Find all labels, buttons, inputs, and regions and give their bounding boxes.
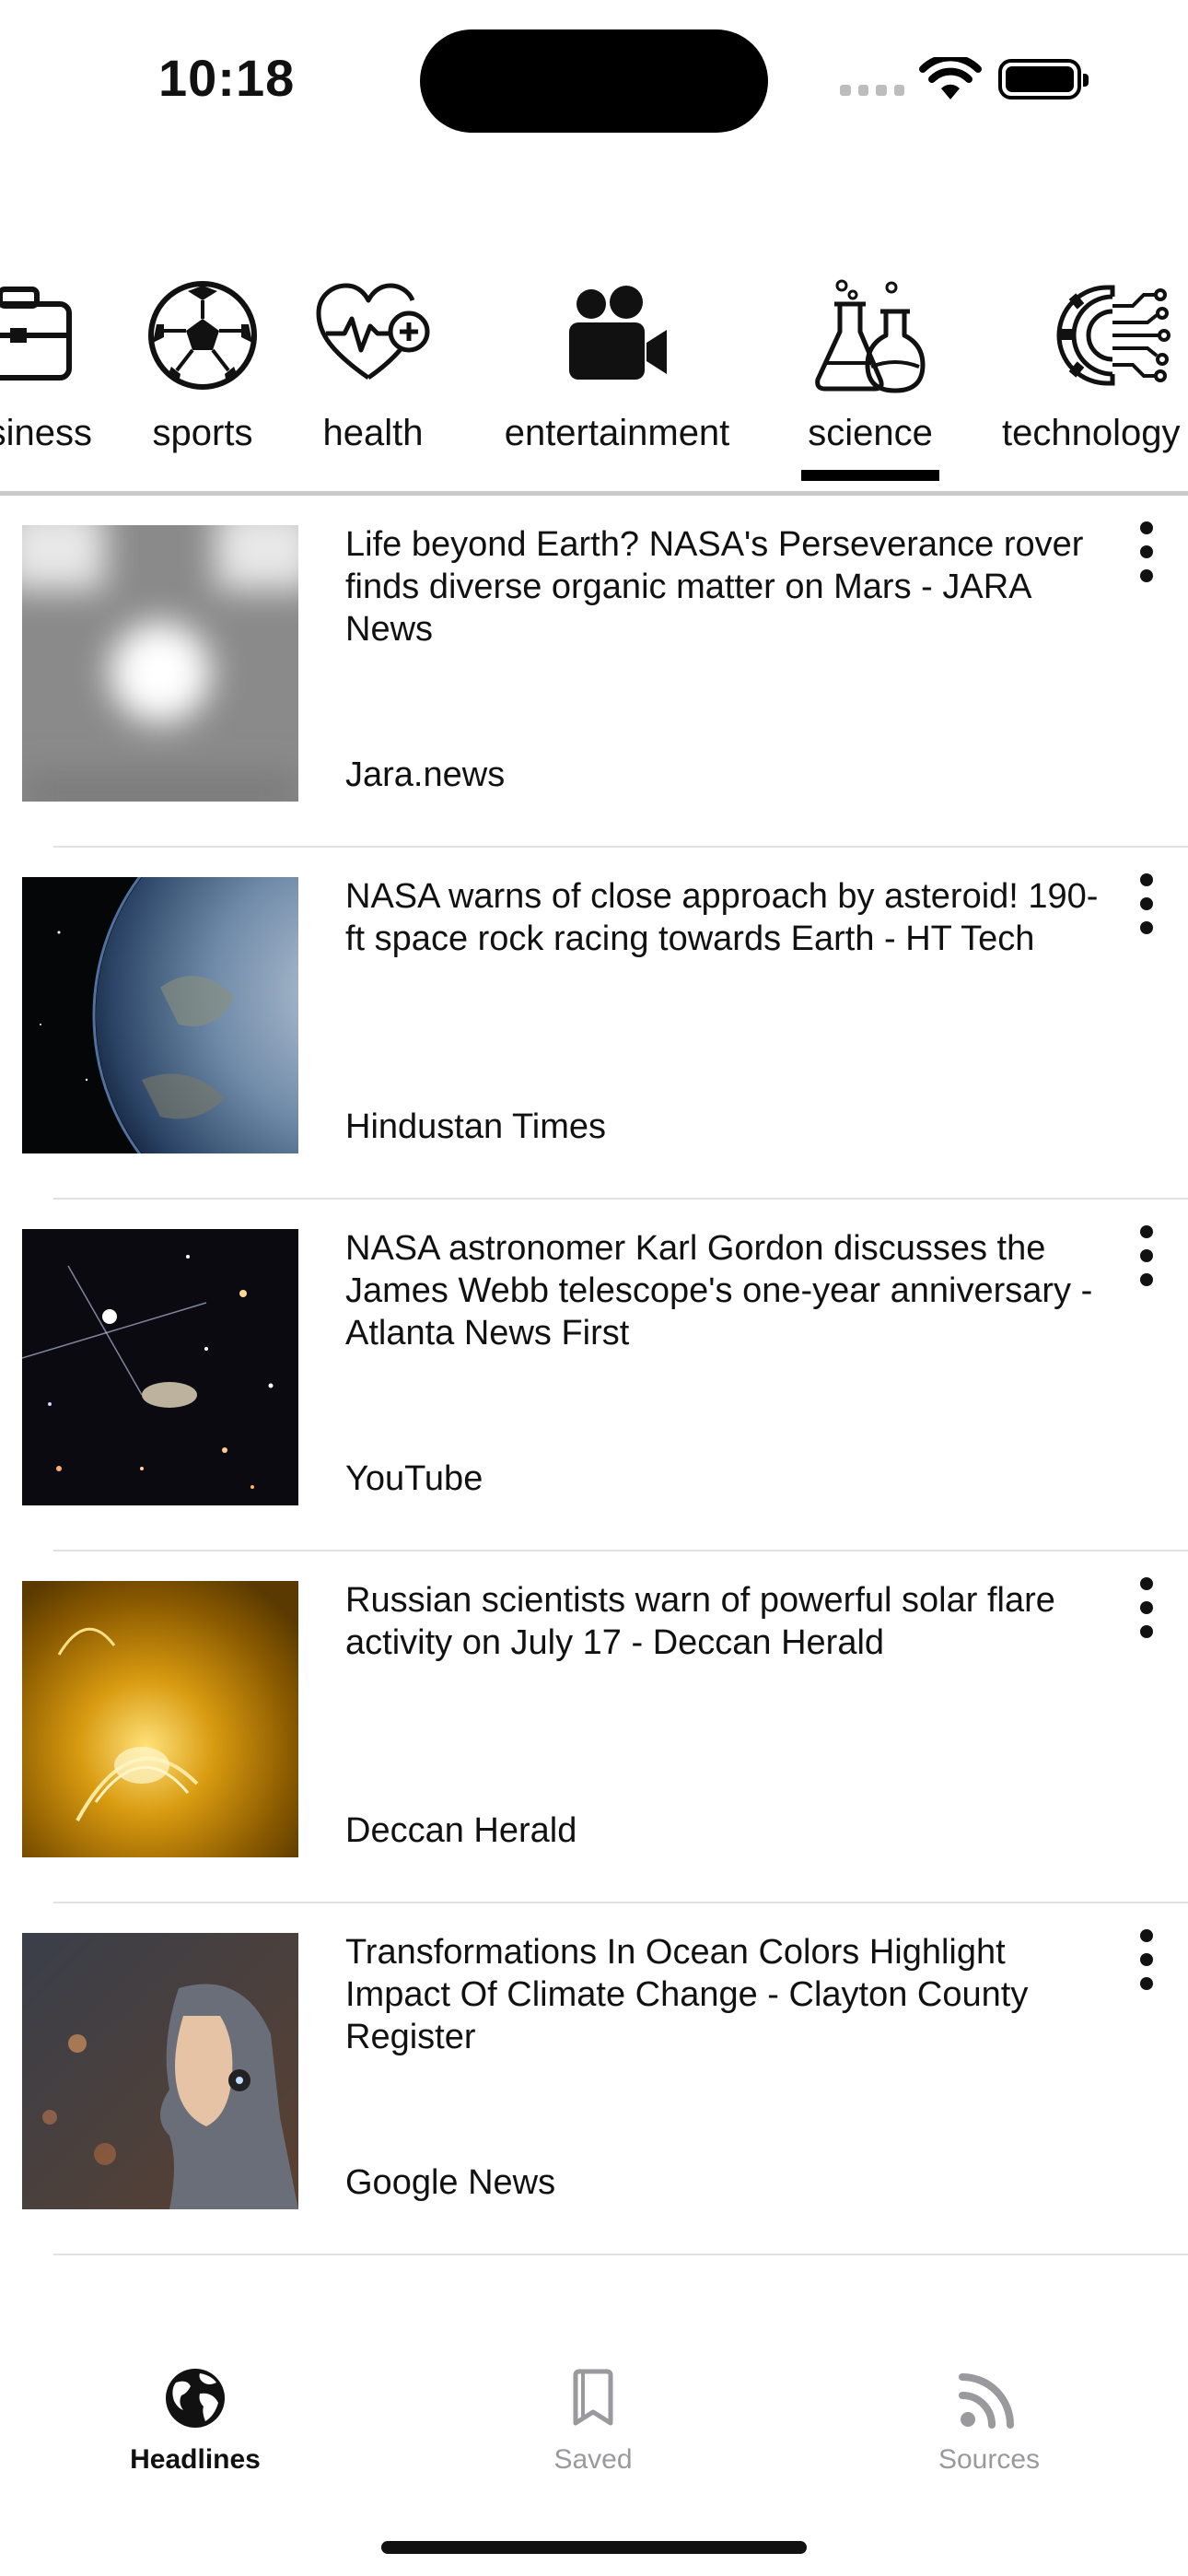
category-label: health [322, 413, 424, 453]
article-thumbnail [22, 877, 298, 1153]
tab-label: Sources [938, 2444, 1041, 2475]
article-source: Jara.news [345, 755, 506, 794]
article-title[interactable]: Life beyond Earth? NASA's Perseverance r… [345, 523, 1101, 650]
tab-headlines[interactable]: Headlines [57, 2366, 333, 2476]
article-row[interactable]: Russian scientists warn of powerful sola… [0, 1551, 1188, 1903]
category-bar[interactable]: business sports health [0, 267, 1188, 494]
category-sports[interactable]: sports [129, 267, 276, 494]
article-row[interactable] [0, 2255, 1188, 2274]
category-label: technology [1002, 413, 1181, 453]
robot-portrait-image [22, 1933, 298, 2209]
soccer-ball-icon [148, 281, 257, 390]
article-thumbnail [22, 1229, 298, 1505]
sun-image [22, 1581, 298, 1857]
article-source: Deccan Herald [345, 1811, 577, 1850]
article-row[interactable]: Transformations In Ocean Colors Highligh… [0, 1903, 1188, 2255]
article-thumbnail [22, 1933, 298, 2209]
article-row[interactable]: NASA warns of close approach by asteroid… [0, 848, 1188, 1200]
battery-icon [998, 59, 1089, 100]
dynamic-island [420, 29, 768, 133]
article-thumbnail [22, 1581, 298, 1857]
more-options-icon[interactable] [1131, 1577, 1162, 1642]
article-source: YouTube [345, 1459, 483, 1498]
tab-label: Headlines [130, 2444, 261, 2475]
category-label: entertainment [504, 413, 730, 453]
image-placeholder-icon [22, 525, 298, 802]
tab-sources[interactable]: Sources [851, 2366, 1127, 2476]
category-health[interactable]: health [304, 267, 442, 494]
bookmark-icon [573, 2369, 613, 2426]
article-title[interactable]: NASA astronomer Karl Gordon discusses th… [345, 1227, 1101, 1354]
category-business[interactable]: business [0, 267, 92, 494]
article-row[interactable]: Life beyond Earth? NASA's Perseverance r… [0, 496, 1188, 848]
briefcase-icon [0, 287, 72, 381]
status-bar: 10:18 [0, 0, 1188, 147]
tab-saved[interactable]: Saved [455, 2366, 731, 2476]
home-indicator[interactable] [381, 2541, 807, 2554]
tab-label: Saved [553, 2444, 633, 2475]
article-list[interactable]: Life beyond Earth? NASA's Perseverance r… [0, 496, 1188, 2274]
rss-icon [959, 2373, 1014, 2429]
article-title[interactable]: NASA warns of close approach by asteroid… [345, 875, 1101, 960]
category-entertainment[interactable]: entertainment [479, 267, 755, 494]
tab-bar: Headlines Saved Sources [0, 2274, 1188, 2576]
article-title[interactable]: Transformations In Ocean Colors Highligh… [345, 1931, 1101, 2058]
more-options-icon[interactable] [1131, 1929, 1162, 1994]
category-label: science [808, 413, 933, 453]
category-label: business [0, 413, 92, 453]
status-time: 10:18 [158, 49, 296, 107]
article-source: Google News [345, 2163, 556, 2202]
article-title[interactable]: Russian scientists warn of powerful sola… [345, 1579, 1101, 1664]
category-science[interactable]: science [787, 267, 953, 494]
wifi-icon [919, 57, 982, 100]
category-technology[interactable]: technology [995, 267, 1188, 494]
more-options-icon[interactable] [1131, 1225, 1162, 1290]
video-camera-icon [569, 286, 667, 380]
circuit-gear-icon [1056, 285, 1171, 386]
galaxy-image [22, 1229, 298, 1505]
earth-image [22, 877, 298, 1153]
cellular-signal-icon [840, 85, 904, 100]
article-thumbnail [22, 525, 298, 802]
article-source: Hindustan Times [345, 1107, 607, 1146]
globe-icon [166, 2369, 225, 2428]
more-options-icon[interactable] [1131, 521, 1162, 586]
more-options-icon[interactable] [1131, 873, 1162, 938]
selected-indicator [801, 470, 939, 481]
category-label: sports [152, 413, 253, 453]
article-row[interactable]: NASA astronomer Karl Gordon discusses th… [0, 1200, 1188, 1551]
flasks-icon [815, 279, 926, 393]
heart-pulse-icon [316, 283, 430, 381]
